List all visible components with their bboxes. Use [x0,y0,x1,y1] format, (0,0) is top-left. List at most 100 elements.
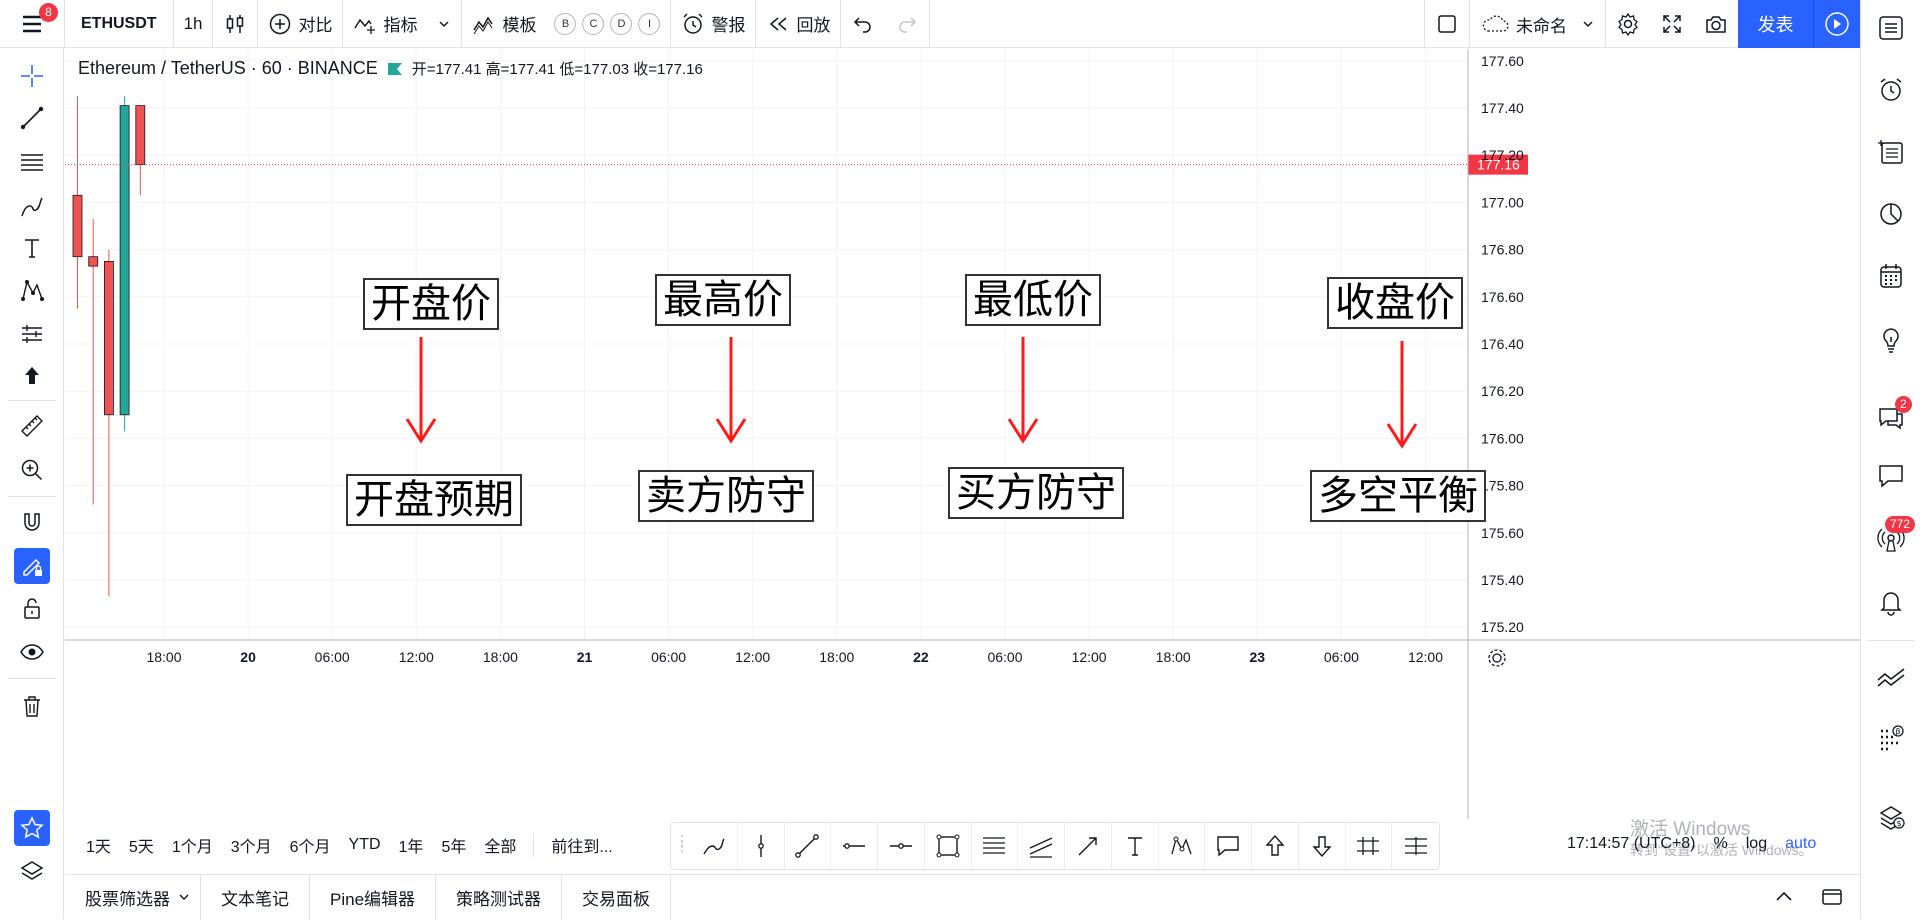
fib-tool[interactable] [14,144,50,180]
undo-button[interactable] [841,0,885,48]
replay-button[interactable]: 回放 [756,0,840,48]
tab-stock-screener[interactable]: 股票筛选器 [65,874,201,920]
templates-button[interactable]: 模板 B C D I [462,0,670,48]
time-axis[interactable]: 18:00 20 06:00 12:00 18:00 21 06:00 12:00 18:00 2… [65,639,1860,667]
calendar-button[interactable] [1873,258,1909,294]
arrow-tool[interactable] [14,358,50,394]
trend-line-tool[interactable] [14,100,50,136]
favorites-button[interactable] [14,810,50,846]
range-all[interactable]: 全部 [475,833,525,857]
fav-horizontal-ray[interactable] [831,823,878,869]
depth-of-market-button[interactable]: β [1873,720,1909,756]
annotation-buyer-defense[interactable]: 买方防守 [948,467,1124,519]
public-chat-button[interactable] [1873,458,1909,494]
indicators-button[interactable]: 指标 [343,0,461,48]
log-toggle[interactable]: log [1746,835,1767,853]
annotation-high-price[interactable]: 最高价 [655,274,791,326]
snapshot-button[interactable] [1694,0,1738,48]
fullscreen-button[interactable] [1650,0,1694,48]
zoom-tool[interactable] [14,452,50,488]
hotlist-button[interactable] [1873,196,1909,232]
fav-pattern[interactable] [1159,823,1206,869]
circle-b[interactable]: B [554,12,577,35]
price-chart[interactable]: 177.16 177.60 177.40 177.20 177.00 176.80 176… [65,49,1860,819]
select-layout-button[interactable] [1425,0,1469,48]
annotation-open-price[interactable]: 开盘价 [363,278,499,330]
alert-button[interactable]: 警报 [671,0,755,48]
chats-button[interactable]: 2 [1873,396,1912,436]
percent-toggle[interactable]: % [1714,835,1728,853]
notifications-button[interactable] [1873,584,1909,620]
tab-trading-panel[interactable]: 交易面板 [562,874,672,920]
fav-trend-line[interactable] [785,823,832,869]
remove-drawings-button[interactable] [14,688,50,724]
range-3m[interactable]: 3个月 [222,833,281,857]
layout-name-button[interactable]: 未命名 [1470,0,1605,48]
fav-arrow[interactable] [1065,823,1112,869]
trading-panel-button[interactable] [1873,658,1909,694]
circle-i[interactable]: I [638,12,661,35]
fav-parallel-channel[interactable] [1018,823,1065,869]
help-button[interactable]: $ [1873,800,1909,836]
goto-date-button[interactable]: 前往到... [542,833,621,857]
stay-in-drawing-mode-button[interactable] [14,548,50,584]
tab-pine-editor[interactable]: Pine编辑器 [310,874,437,920]
fav-fib-retracement[interactable] [972,823,1019,869]
symbol-search-button[interactable]: ETHUSDT [65,0,173,48]
tab-text-notes[interactable]: 文本笔记 [201,874,310,920]
range-1m[interactable]: 1个月 [163,833,222,857]
maximize-panel-icon[interactable] [1820,885,1844,909]
publish-play-button[interactable] [1814,11,1860,37]
fav-vertical-line[interactable] [738,823,785,869]
circle-c[interactable]: C [582,12,605,35]
fav-text[interactable] [1112,823,1159,869]
annotation-open-expectation[interactable]: 开盘预期 [346,474,522,526]
range-5d[interactable]: 5天 [120,833,163,857]
range-5y[interactable]: 5年 [432,833,475,857]
hide-drawings-button[interactable] [14,634,50,670]
fav-horizontal-line[interactable] [878,823,925,869]
clock-timezone[interactable]: 17:14:57 (UTC+8) [1567,835,1696,853]
main-menu-button[interactable]: 8 [0,0,64,48]
settings-button[interactable] [1606,0,1650,48]
annotation-low-price[interactable]: 最低价 [965,274,1101,326]
range-6m[interactable]: 6个月 [281,833,340,857]
interval-button[interactable]: 1h [174,0,213,48]
range-ytd[interactable]: YTD [340,836,390,854]
fav-arrow-down[interactable] [1299,823,1346,869]
drag-handle[interactable]: ⋮ ⋮ [675,833,689,853]
circle-d[interactable]: D [610,12,633,35]
chevron-down-icon[interactable] [437,17,451,31]
object-tree-button[interactable] [14,854,50,890]
fav-short-position[interactable] [1392,823,1439,869]
fav-long-position[interactable] [1346,823,1393,869]
watchlist-button[interactable] [1873,10,1909,46]
prediction-tool[interactable] [14,316,50,352]
compare-button[interactable]: 对比 [258,0,342,48]
measure-tool[interactable] [14,408,50,444]
fav-rectangle[interactable] [925,823,972,869]
annotation-seller-defense[interactable]: 卖方防守 [638,470,814,522]
symbol-description[interactable]: Ethereum / TetherUS · 60 · BINANCE [78,58,378,79]
tab-strategy-tester[interactable]: 策略测试器 [436,874,563,920]
streams-button[interactable]: 772 [1873,516,1916,558]
annotation-close-price[interactable]: 收盘价 [1327,277,1463,329]
fav-brush[interactable] [691,823,738,869]
publish-button[interactable]: 发表 [1738,0,1860,48]
range-1d[interactable]: 1天 [77,833,120,857]
chart-type-button[interactable] [213,0,257,48]
redo-button[interactable] [885,0,929,48]
data-window-button[interactable] [1873,134,1909,170]
auto-toggle[interactable]: auto [1785,835,1816,853]
fav-arrow-up[interactable] [1252,823,1299,869]
pattern-tool[interactable] [14,272,50,308]
crosshair-tool[interactable] [14,58,50,94]
magnet-tool[interactable] [14,504,50,540]
chevron-up-icon[interactable] [1772,885,1796,909]
text-tool[interactable] [14,230,50,266]
ideas-stream-button[interactable] [1873,322,1909,358]
range-1y[interactable]: 1年 [390,833,433,857]
lock-drawings-button[interactable] [14,590,50,626]
fav-callout[interactable] [1205,823,1252,869]
annotation-bull-bear-balance[interactable]: 多空平衡 [1310,470,1486,522]
